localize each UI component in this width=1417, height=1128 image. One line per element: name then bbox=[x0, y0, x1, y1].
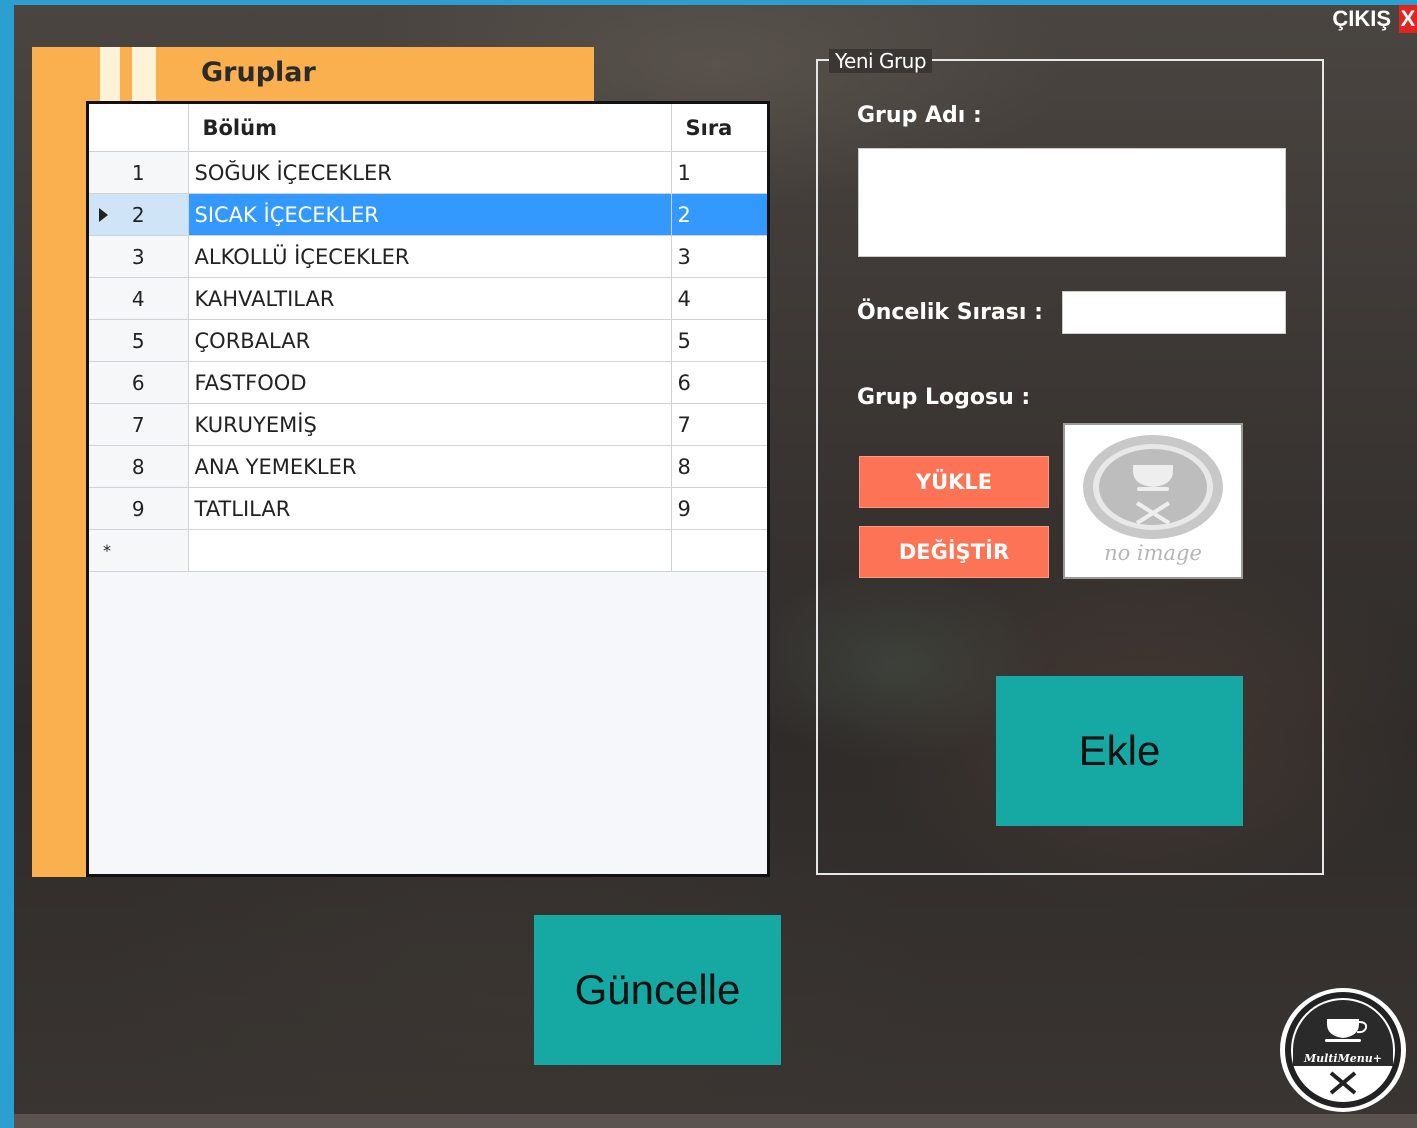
row-header[interactable]: 5 bbox=[89, 319, 189, 362]
priority-field[interactable] bbox=[1062, 291, 1286, 334]
cell-order[interactable]: 9 bbox=[671, 487, 767, 530]
add-button[interactable]: Ekle bbox=[996, 676, 1243, 826]
row-header[interactable]: 3 bbox=[89, 235, 189, 278]
new-row[interactable]: * bbox=[89, 529, 767, 572]
cell-section[interactable]: SICAK İÇECEKLER bbox=[188, 193, 672, 236]
cell-section[interactable]: FASTFOOD bbox=[188, 361, 672, 404]
groups-grid[interactable]: Bölüm Sıra 1 SOĞUK İÇECEKLER 1 2 SICAK İÇECE… bbox=[86, 101, 770, 877]
table-row[interactable]: 7 KURUYEMİŞ 7 bbox=[89, 403, 767, 446]
cell-order[interactable]: 2 bbox=[671, 193, 767, 236]
cell-order[interactable] bbox=[671, 529, 767, 572]
cell-section[interactable]: KURUYEMİŞ bbox=[188, 403, 672, 446]
table-row[interactable]: 1 SOĞUK İÇECEKLER 1 bbox=[89, 151, 767, 194]
column-header-section[interactable]: Bölüm bbox=[188, 104, 672, 152]
app-window: ÇIKIŞ X Gruplar Bölüm Sıra 1 SOĞUK İÇECEK… bbox=[14, 5, 1417, 1128]
group-name-label: Grup Adı : bbox=[857, 103, 982, 128]
cell-section[interactable] bbox=[188, 529, 672, 572]
new-row-marker: * bbox=[89, 529, 189, 572]
table-row[interactable]: 3 ALKOLLÜ İÇECEKLER 3 bbox=[89, 235, 767, 278]
new-group-title: Yeni Grup bbox=[829, 49, 933, 73]
cell-order[interactable]: 5 bbox=[671, 319, 767, 362]
table-row[interactable]: 6 FASTFOOD 6 bbox=[89, 361, 767, 404]
cell-order[interactable]: 6 bbox=[671, 361, 767, 404]
grid-corner-header bbox=[89, 104, 189, 152]
row-header[interactable]: 4 bbox=[89, 277, 189, 320]
header-stripe bbox=[132, 47, 156, 101]
row-header[interactable]: 7 bbox=[89, 403, 189, 446]
cell-order[interactable]: 4 bbox=[671, 277, 767, 320]
groups-title: Gruplar bbox=[201, 57, 316, 88]
cell-section[interactable]: KAHVALTILAR bbox=[188, 277, 672, 320]
header-stripe bbox=[100, 47, 120, 101]
row-header[interactable]: 9 bbox=[89, 487, 189, 530]
no-image-text: no image bbox=[1104, 541, 1202, 565]
table-row[interactable]: 4 KAHVALTILAR 4 bbox=[89, 277, 767, 320]
group-logo-preview: no image bbox=[1063, 423, 1243, 579]
group-logo-label: Grup Logosu : bbox=[857, 385, 1031, 410]
cell-order[interactable]: 8 bbox=[671, 445, 767, 488]
table-row[interactable]: 2 SICAK İÇECEKLER 2 bbox=[89, 193, 767, 236]
column-header-order[interactable]: Sıra bbox=[671, 104, 767, 152]
update-button[interactable]: Güncelle bbox=[534, 915, 781, 1065]
row-header[interactable]: 1 bbox=[89, 151, 189, 194]
cell-order[interactable]: 7 bbox=[671, 403, 767, 446]
upload-button[interactable]: YÜKLE bbox=[859, 456, 1049, 508]
brand-logo: MultiMenu+ bbox=[1280, 988, 1406, 1112]
change-button[interactable]: DEĞİŞTİR bbox=[859, 526, 1049, 578]
cell-section[interactable]: ALKOLLÜ İÇECEKLER bbox=[188, 235, 672, 278]
row-header[interactable]: 6 bbox=[89, 361, 189, 404]
cell-section[interactable]: SOĞUK İÇECEKLER bbox=[188, 151, 672, 194]
brand-logo-text: MultiMenu+ bbox=[1303, 1052, 1382, 1065]
table-row[interactable]: 8 ANA YEMEKLER 8 bbox=[89, 445, 767, 488]
cell-order[interactable]: 1 bbox=[671, 151, 767, 194]
cell-order[interactable]: 3 bbox=[671, 235, 767, 278]
table-row[interactable]: 9 TATLILAR 9 bbox=[89, 487, 767, 530]
exit-control[interactable]: ÇIKIŞ X bbox=[1332, 5, 1417, 33]
table-row[interactable]: 5 ÇORBALAR 5 bbox=[89, 319, 767, 362]
cell-section[interactable]: ANA YEMEKLER bbox=[188, 445, 672, 488]
panel-accent-bar bbox=[32, 47, 87, 877]
close-icon[interactable]: X bbox=[1399, 5, 1417, 33]
priority-label: Öncelik Sırası : bbox=[857, 300, 1043, 325]
current-row-arrow-icon bbox=[99, 208, 108, 222]
cell-section[interactable]: TATLILAR bbox=[188, 487, 672, 530]
group-name-field[interactable] bbox=[858, 148, 1286, 257]
exit-label[interactable]: ÇIKIŞ bbox=[1332, 6, 1391, 32]
multimenu-logo-icon: MultiMenu+ bbox=[1285, 992, 1401, 1108]
row-header[interactable]: 8 bbox=[89, 445, 189, 488]
row-header[interactable]: 2 bbox=[89, 193, 189, 236]
cell-section[interactable]: ÇORBALAR bbox=[188, 319, 672, 362]
